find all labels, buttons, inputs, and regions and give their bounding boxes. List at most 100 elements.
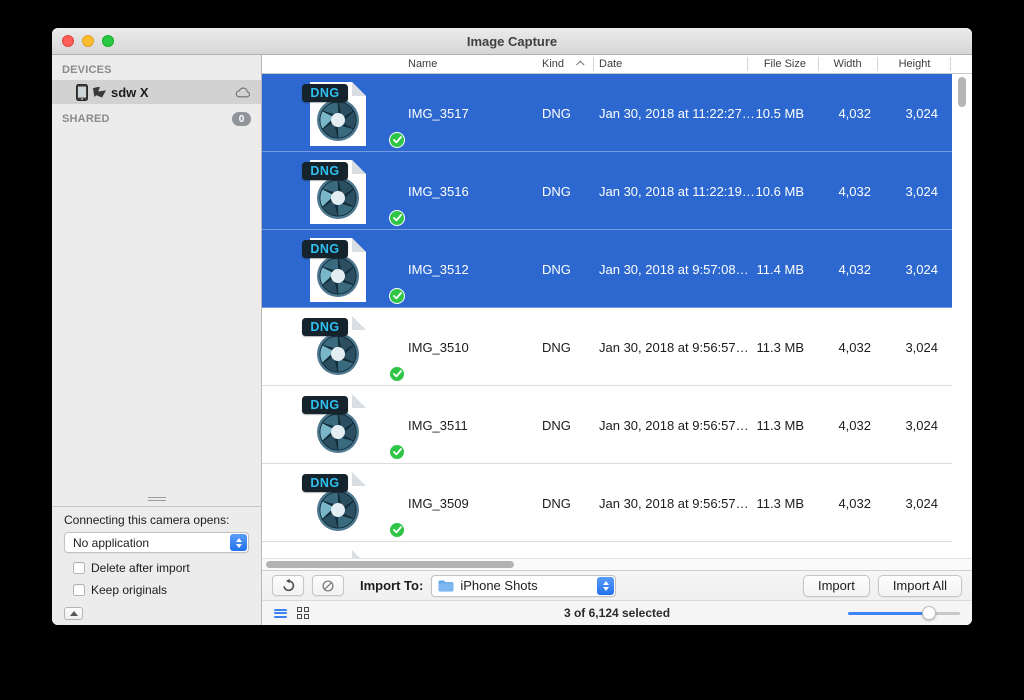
cell-kind: DNG [542,417,571,433]
image-capture-window: Image Capture DEVICES sdw X SHARED 0 Con… [52,28,972,625]
thumbnail-size-slider[interactable] [848,606,960,620]
shared-section-header: SHARED [62,113,110,125]
imported-check-icon [389,522,405,538]
cell-height: 3,024 [905,183,938,199]
camera-opens-select[interactable]: No application [64,532,249,553]
collapse-panel-button[interactable] [64,607,83,620]
iphone-icon [76,83,88,101]
delete-after-import-checkbox[interactable] [73,562,85,574]
aperture-icon [317,177,359,219]
title-bar[interactable]: Image Capture [52,28,972,55]
column-header-name[interactable]: Name [408,58,542,70]
cell-file-size: 11.3 MB [756,417,804,433]
cell-kind: DNG [542,183,571,199]
page-fold-icon [352,82,366,96]
cell-width: 4,032 [838,105,871,121]
dng-badge-icon: DNG [302,318,348,336]
aperture-icon [317,489,359,531]
column-header-file-size[interactable]: File Size [747,58,818,70]
dng-badge-icon: DNG [302,240,348,258]
table-row[interactable]: DNG IMG_3510 DNG Jan 30, 2018 at 9:56:57… [262,308,952,386]
rotate-left-icon [282,578,294,592]
cell-date: Jan 30, 2018 at 9:56:57… [599,495,749,511]
imported-check-icon [389,288,405,304]
column-header-height[interactable]: Height [877,58,952,70]
pane-splitter-handle[interactable] [147,495,166,503]
aperture-icon [317,333,359,375]
slider-knob[interactable] [921,606,936,620]
page-fold-icon [352,316,366,330]
table-row[interactable] [262,542,952,558]
cell-name: IMG_3509 [408,495,469,511]
column-header-kind-label: Kind [542,58,565,70]
keep-originals-checkbox[interactable] [73,584,85,596]
horizontal-scrollbar-track [262,558,972,570]
sidebar-spacer [52,130,261,506]
keep-originals-label: Keep originals [91,583,168,597]
file-rows: DNG IMG_3517 DNG Jan 30, 2018 at 11:22:2… [262,74,952,558]
sort-ascending-icon [576,60,585,69]
import-all-button[interactable]: Import All [877,574,962,597]
imported-check-icon [389,210,405,226]
cell-file-size: 11.3 MB [756,495,804,511]
page-fold-icon [352,160,366,174]
vertical-scrollbar[interactable] [958,77,966,107]
cell-width: 4,032 [838,183,871,199]
device-emoji-glyph [93,86,106,98]
horizontal-scrollbar[interactable] [266,561,514,568]
file-thumbnail: DNG [262,308,408,386]
slider-fill [848,612,929,615]
folder-icon [438,580,454,591]
file-thumbnail: DNG [262,464,408,542]
table-row[interactable]: DNG IMG_3509 DNG Jan 30, 2018 at 9:56:57… [262,464,952,542]
table-header: Name Kind Date File Size Width Height [262,55,972,74]
cell-kind: DNG [542,261,571,277]
page-fold-icon [352,238,366,252]
aperture-icon [317,411,359,453]
cell-name: IMG_3512 [408,261,469,277]
imported-check-icon [389,444,405,460]
imported-check-icon [389,366,405,382]
delete-after-import-row: Delete after import [64,561,249,575]
cell-date: Jan 30, 2018 at 11:22:27… [599,105,755,121]
cell-file-size: 11.3 MB [756,339,804,355]
cell-file-size: 10.5 MB [755,105,804,121]
cell-date: Jan 30, 2018 at 9:56:57… [599,417,749,433]
table-row[interactable]: DNG IMG_3517 DNG Jan 30, 2018 at 11:22:2… [262,74,952,152]
cell-height: 3,024 [905,339,938,355]
triangle-up-icon [69,611,78,616]
import-to-label: Import To: [360,578,424,593]
cell-height: 3,024 [905,495,938,511]
cell-height: 3,024 [905,261,938,277]
delete-button[interactable] [312,575,344,596]
aperture-icon [317,255,359,297]
cloud-icon[interactable] [235,86,251,98]
cell-file-size: 11.4 MB [756,261,804,277]
file-thumbnail: DNG [262,152,408,230]
column-header-date[interactable]: Date [593,58,747,70]
camera-opens-select-value: No application [73,535,150,550]
bottom-toolbar: Import To: iPhone Shots Import Import Al… [262,570,972,600]
devices-section-header: DEVICES [62,64,112,76]
file-browser: Name Kind Date File Size Width Height DN… [262,55,972,625]
table-row[interactable]: DNG IMG_3516 DNG Jan 30, 2018 at 11:22:1… [262,152,952,230]
table-row[interactable]: DNG IMG_3511 DNG Jan 30, 2018 at 9:56:57… [262,386,952,464]
column-header-kind[interactable]: Kind [542,58,593,70]
camera-options-panel: Connecting this camera opens: No applica… [52,506,261,625]
import-to-select[interactable]: iPhone Shots [431,574,617,597]
select-stepper-icon [597,576,615,595]
column-header-width[interactable]: Width [818,58,877,70]
sidebar-item-device[interactable]: sdw X [52,80,261,104]
page-fold-icon [352,550,366,558]
cell-width: 4,032 [838,495,871,511]
aperture-icon [317,99,359,141]
import-button[interactable]: Import [802,574,870,597]
rotate-button[interactable] [272,575,304,596]
table-row[interactable]: DNG IMG_3512 DNG Jan 30, 2018 at 9:57:08… [262,230,952,308]
cell-height: 3,024 [905,417,938,433]
select-stepper-icon [230,534,247,551]
dng-badge-icon: DNG [302,474,348,492]
delete-after-import-label: Delete after import [91,561,190,575]
cell-name: IMG_3516 [408,183,469,199]
shared-count-badge: 0 [232,112,251,126]
